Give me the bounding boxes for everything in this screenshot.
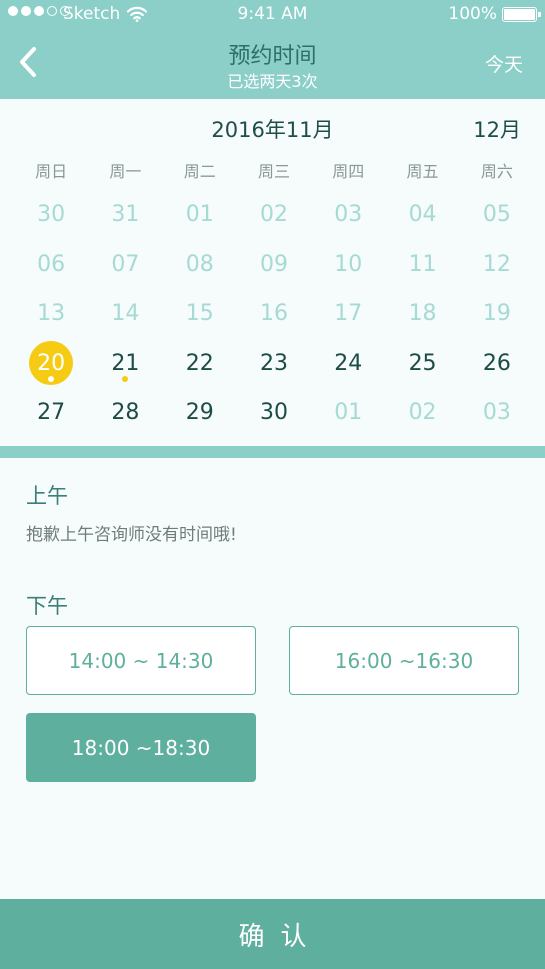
- time-slot-button[interactable]: 14:00 ~ 14:30: [26, 626, 256, 695]
- calendar-day[interactable]: 31: [88, 190, 162, 240]
- calendar-day-label: 09: [259, 251, 288, 277]
- weekday-label: 周二: [183, 162, 216, 181]
- calendar-grid: 30 31 01 02 03 04 05 06 07 08 09 10 11 12 13 14 15 16 17 18…: [14, 190, 534, 438]
- current-month-label: 2016年11月: [211, 118, 334, 142]
- calendar-day[interactable]: 17: [311, 289, 385, 339]
- calendar-day-label: 18: [408, 301, 437, 327]
- weekday-label: 周五: [406, 162, 439, 181]
- calendar-day-label: 21: [111, 350, 140, 376]
- calendar-day-label: 24: [334, 350, 363, 376]
- calendar-day-label: 26: [482, 350, 511, 376]
- page-subtitle: 已选两天3次: [227, 72, 318, 91]
- weekday-label: 周四: [332, 162, 365, 181]
- calendar-day-label: 31: [111, 202, 140, 228]
- calendar-day[interactable]: 18: [385, 289, 459, 339]
- calendar-day[interactable]: 01: [311, 388, 385, 438]
- calendar-day[interactable]: 22: [163, 339, 237, 389]
- weekday-label: 周一: [109, 162, 142, 181]
- calendar-day-label: 01: [334, 400, 363, 426]
- calendar-day-label: 01: [185, 202, 214, 228]
- calendar-day-label: 30: [37, 202, 66, 228]
- weekday-label: 周六: [480, 162, 513, 181]
- today-button[interactable]: 今天: [485, 50, 523, 77]
- calendar-day[interactable]: 01: [163, 190, 237, 240]
- calendar-day[interactable]: 04: [385, 190, 459, 240]
- calendar-day[interactable]: 29: [163, 388, 237, 438]
- calendar-day-label: 14: [111, 301, 140, 327]
- calendar-day-label: 27: [37, 400, 66, 426]
- calendar-day-label: 13: [37, 301, 66, 327]
- battery-percent: 100%: [448, 4, 497, 24]
- calendar-day-label: 19: [482, 301, 511, 327]
- battery-icon: [502, 7, 541, 22]
- header: Sketch 9:41 AM 100% 预约时间 已选两天3次 今天: [0, 0, 545, 99]
- calendar-day[interactable]: 10: [311, 240, 385, 290]
- calendar-day[interactable]: 06: [14, 240, 88, 290]
- calendar-day-selected[interactable]: 20: [14, 339, 88, 389]
- calendar-day-label: 28: [111, 400, 140, 426]
- calendar-day-label: 17: [334, 301, 363, 327]
- calendar-day-label: 20: [37, 350, 66, 376]
- calendar-day[interactable]: 19: [460, 289, 534, 339]
- calendar-day-label: 29: [185, 400, 214, 426]
- next-month-button[interactable]: 12月: [473, 114, 521, 144]
- morning-note: 抱歉上午咨询师没有时间哦!: [26, 525, 237, 545]
- calendar-day[interactable]: 13: [14, 289, 88, 339]
- status-bar: Sketch 9:41 AM 100%: [0, 0, 545, 30]
- calendar-day[interactable]: 30: [14, 190, 88, 240]
- calendar-day-label: 10: [334, 251, 363, 277]
- calendar-day-label: 16: [259, 301, 288, 327]
- calendar-day[interactable]: 02: [385, 388, 459, 438]
- afternoon-title: 下午: [26, 594, 68, 618]
- calendar-day-label: 05: [482, 202, 511, 228]
- page-title: 预约时间: [228, 44, 317, 69]
- calendar-day[interactable]: 05: [460, 190, 534, 240]
- weekday-label: 周三: [257, 162, 290, 181]
- calendar-day-label: 03: [482, 400, 511, 426]
- calendar-day[interactable]: 21: [88, 339, 162, 389]
- calendar-day-label: 12: [482, 251, 511, 277]
- calendar-day-label: 02: [259, 202, 288, 228]
- calendar-day-label: 08: [185, 251, 214, 277]
- calendar-day[interactable]: 27: [14, 388, 88, 438]
- appointment-screen: Sketch 9:41 AM 100% 预约时间 已选两天3次 今天 2016年…: [0, 0, 545, 969]
- calendar-day[interactable]: 24: [311, 339, 385, 389]
- calendar-day-label: 04: [408, 202, 437, 228]
- calendar-day[interactable]: 02: [237, 190, 311, 240]
- calendar-day[interactable]: 14: [88, 289, 162, 339]
- time-slot-button-selected[interactable]: 18:00 ~18:30: [26, 713, 256, 782]
- confirm-button[interactable]: 确认: [0, 899, 545, 969]
- calendar-day-label: 23: [259, 350, 288, 376]
- calendar-day[interactable]: 23: [237, 339, 311, 389]
- calendar-day-label: 06: [37, 251, 66, 277]
- section-divider: [0, 446, 545, 458]
- calendar-day[interactable]: 11: [385, 240, 459, 290]
- morning-title: 上午: [26, 484, 68, 508]
- calendar-day[interactable]: 03: [311, 190, 385, 240]
- calendar-day-label: 03: [334, 202, 363, 228]
- calendar-day-label: 22: [185, 350, 214, 376]
- calendar-day-label: 02: [408, 400, 437, 426]
- calendar-day[interactable]: 25: [385, 339, 459, 389]
- calendar-day[interactable]: 28: [88, 388, 162, 438]
- calendar-day-label: 11: [408, 251, 437, 277]
- time-slot-button[interactable]: 16:00 ~16:30: [289, 626, 519, 695]
- calendar-day-label: 25: [408, 350, 437, 376]
- calendar-day[interactable]: 12: [460, 240, 534, 290]
- calendar-day[interactable]: 15: [163, 289, 237, 339]
- calendar-day[interactable]: 26: [460, 339, 534, 389]
- calendar-day[interactable]: 30: [237, 388, 311, 438]
- weekday-label: 周日: [35, 162, 68, 181]
- calendar-day[interactable]: 16: [237, 289, 311, 339]
- calendar-day[interactable]: 08: [163, 240, 237, 290]
- calendar-day-label: 30: [259, 400, 288, 426]
- calendar-day[interactable]: 03: [460, 388, 534, 438]
- booking-dot-indicator: [122, 376, 129, 382]
- weekday-header: 周日 周一 周二 周三 周四 周五 周六: [14, 158, 534, 182]
- calendar-day-label: 07: [111, 251, 140, 277]
- calendar-day-label: 15: [185, 301, 214, 327]
- calendar-day[interactable]: 09: [237, 240, 311, 290]
- calendar-day[interactable]: 07: [88, 240, 162, 290]
